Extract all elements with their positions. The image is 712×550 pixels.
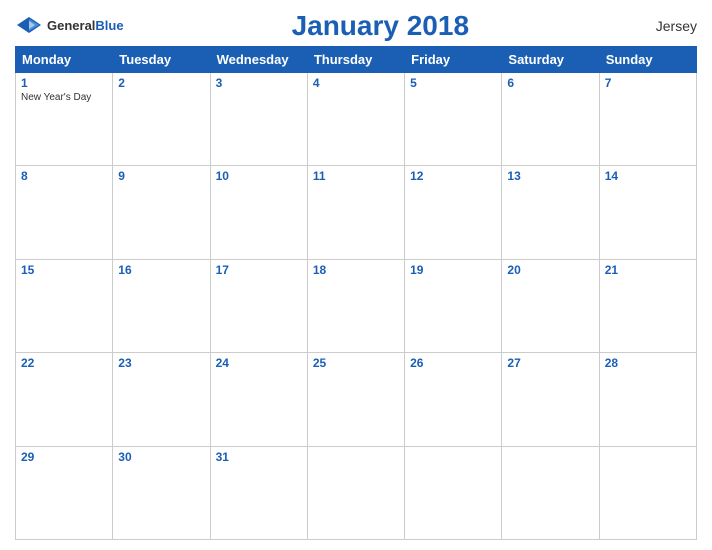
day-number: 21 [605,263,691,277]
calendar-cell: 31 [210,446,307,539]
region-label: Jersey [637,18,697,34]
day-number: 8 [21,169,107,183]
day-number: 23 [118,356,204,370]
calendar-cell: 29 [16,446,113,539]
calendar-cell [405,446,502,539]
day-number: 3 [216,76,302,90]
logo-icon [15,15,43,37]
calendar-cell: 13 [502,166,599,259]
holiday-label: New Year's Day [21,92,107,103]
calendar-cell: 23 [113,353,210,446]
day-number: 31 [216,450,302,464]
day-number: 18 [313,263,399,277]
col-friday: Friday [405,47,502,73]
calendar-cell: 14 [599,166,696,259]
calendar-cell: 15 [16,259,113,352]
calendar-cell: 2 [113,73,210,166]
calendar-week-row: 89 10 11 12 13 14 [16,166,697,259]
calendar-week-row: 29 30 31 [16,446,697,539]
day-number: 7 [605,76,691,90]
col-saturday: Saturday [502,47,599,73]
col-monday: Monday [16,47,113,73]
logo: GeneralBlue [15,15,124,37]
calendar-cell: 20 [502,259,599,352]
calendar-header: GeneralBlue January 2018 Jersey [15,10,697,42]
day-number: 17 [216,263,302,277]
calendar-cell: 12 [405,166,502,259]
calendar-cell: 8 [16,166,113,259]
weekday-header-row: Monday Tuesday Wednesday Thursday Friday… [16,47,697,73]
col-thursday: Thursday [307,47,404,73]
day-number: 22 [21,356,107,370]
day-number: 5 [410,76,496,90]
logo-text: GeneralBlue [47,17,124,35]
calendar-cell: 16 [113,259,210,352]
calendar-cell [502,446,599,539]
calendar-cell: 24 [210,353,307,446]
day-number: 13 [507,169,593,183]
calendar-cell: 28 [599,353,696,446]
day-number: 14 [605,169,691,183]
day-number: 28 [605,356,691,370]
calendar-cell: 17 [210,259,307,352]
calendar-cell: 1 New Year's Day [16,73,113,166]
calendar-cell [307,446,404,539]
day-number: 26 [410,356,496,370]
day-number: 29 [21,450,107,464]
calendar-cell: 4 [307,73,404,166]
day-number: 10 [216,169,302,183]
day-number: 30 [118,450,204,464]
day-number: 27 [507,356,593,370]
calendar-cell: 19 [405,259,502,352]
calendar-cell: 22 [16,353,113,446]
calendar-cell: 7 [599,73,696,166]
calendar-cell: 27 [502,353,599,446]
calendar-cell: 10 [210,166,307,259]
calendar-week-row: 22 23 24 25 26 27 28 [16,353,697,446]
col-wednesday: Wednesday [210,47,307,73]
day-number: 25 [313,356,399,370]
col-sunday: Sunday [599,47,696,73]
calendar-cell: 11 [307,166,404,259]
day-number: 4 [313,76,399,90]
calendar-week-row: 15 16 17 18 19 20 21 [16,259,697,352]
calendar-cell: 21 [599,259,696,352]
calendar-cell: 5 [405,73,502,166]
calendar-table: Monday Tuesday Wednesday Thursday Friday… [15,46,697,540]
calendar-cell [599,446,696,539]
col-tuesday: Tuesday [113,47,210,73]
day-number: 20 [507,263,593,277]
day-number: 11 [313,169,399,183]
day-number: 24 [216,356,302,370]
calendar-week-row: 1 New Year's Day 234567 [16,73,697,166]
calendar-cell: 3 [210,73,307,166]
calendar-cell: 25 [307,353,404,446]
calendar-title: January 2018 [124,10,637,42]
day-number: 15 [21,263,107,277]
calendar-cell: 18 [307,259,404,352]
day-number: 6 [507,76,593,90]
day-number: 19 [410,263,496,277]
day-number: 2 [118,76,204,90]
day-number: 9 [118,169,204,183]
calendar-cell: 9 [113,166,210,259]
day-number: 1 [21,76,107,90]
day-number: 12 [410,169,496,183]
calendar-cell: 6 [502,73,599,166]
day-number: 16 [118,263,204,277]
calendar-cell: 30 [113,446,210,539]
calendar-cell: 26 [405,353,502,446]
